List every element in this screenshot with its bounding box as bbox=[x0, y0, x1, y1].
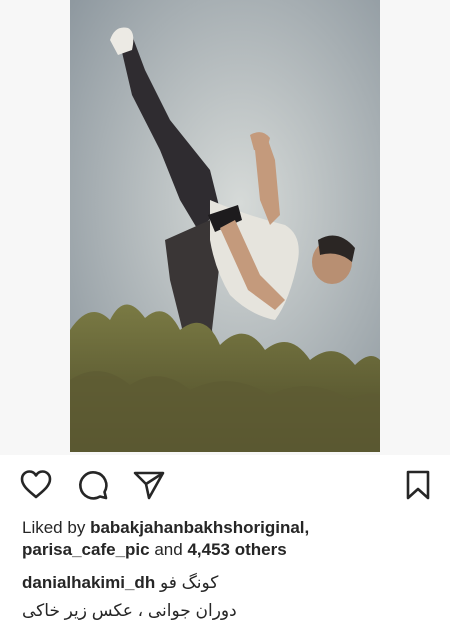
likes-comma: , bbox=[304, 518, 310, 537]
likes-others-link[interactable]: 4,453 others bbox=[187, 540, 286, 559]
likes-summary[interactable]: Liked by babakjahanbakhshoriginal, paris… bbox=[22, 517, 309, 561]
caption-text-line2: دوران جوانی ، عکس زیر خاکی bbox=[22, 601, 237, 620]
post-action-bar bbox=[0, 462, 450, 506]
bookmark-outline-icon[interactable] bbox=[401, 468, 435, 502]
post-media-area bbox=[0, 0, 450, 455]
likes-row-1: Liked by babakjahanbakhshoriginal, bbox=[22, 517, 309, 539]
liked-by-user-link[interactable]: parisa_cafe_pic bbox=[22, 540, 150, 559]
post-caption: danialhakimi_dh کونگ فو bbox=[22, 571, 218, 595]
likes-connector: and bbox=[154, 540, 183, 559]
post-photo[interactable] bbox=[70, 0, 380, 452]
liked-by-user-link[interactable]: babakjahanbakhshoriginal bbox=[90, 518, 304, 537]
kung-fu-kick-photo bbox=[70, 0, 380, 452]
heart-outline-icon[interactable] bbox=[19, 468, 53, 502]
speech-bubble-icon[interactable] bbox=[76, 468, 110, 502]
likes-prefix: Liked by bbox=[22, 518, 86, 537]
paper-plane-icon[interactable] bbox=[132, 468, 166, 502]
caption-text-line1: کونگ فو bbox=[159, 573, 219, 592]
caption-username[interactable]: danialhakimi_dh bbox=[22, 573, 155, 592]
likes-row-2: parisa_cafe_pic and 4,453 others bbox=[22, 539, 309, 561]
